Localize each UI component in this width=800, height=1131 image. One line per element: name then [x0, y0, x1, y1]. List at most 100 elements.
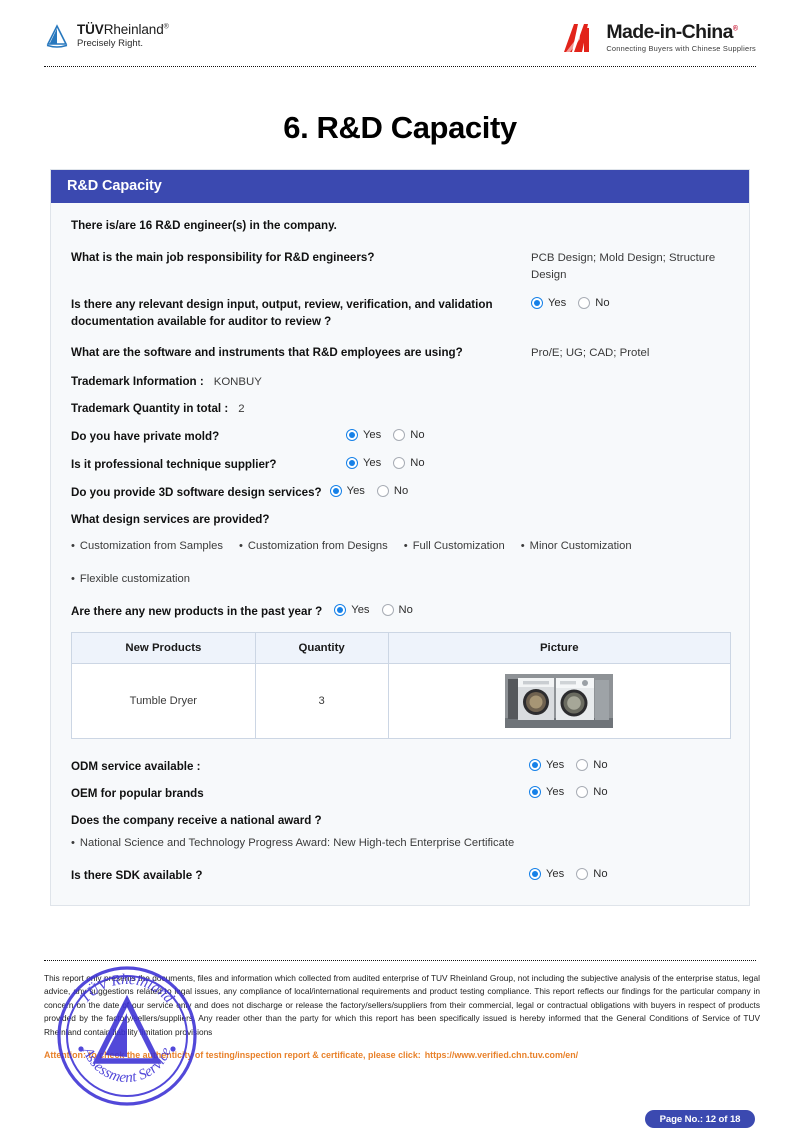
page-header: TÜVRheinland® Precisely Right. Made-in-C…: [0, 0, 800, 72]
radio-sdk-yes[interactable]: Yes: [529, 868, 565, 881]
radiogroup-design-documentation: Yes No: [529, 297, 729, 310]
radiogroup-new-products: Yes No: [334, 603, 413, 616]
radio-dot-selected-icon[interactable]: [329, 485, 342, 498]
attention-text: Attention: to check the authenticity of …: [44, 1050, 421, 1060]
footer-divider: [44, 960, 756, 961]
mic-name-text: Made-in-China: [606, 21, 733, 43]
label-national-award: Does the company receive a national awar…: [71, 814, 322, 828]
radio-label-no: No: [410, 429, 425, 442]
radio-dot-selected-icon[interactable]: [529, 786, 541, 799]
radio-label-yes: Yes: [546, 868, 565, 881]
mic-registered-mark: ®: [732, 25, 738, 33]
label-odm-service: ODM service available :: [71, 759, 201, 773]
panel-body: There is/are 16 R&D engineer(s) in the c…: [51, 203, 749, 905]
header-divider: [44, 66, 756, 67]
page-title: 6. R&D Capacity: [283, 110, 517, 145]
rd-capacity-panel: R&D Capacity There is/are 16 R&D enginee…: [50, 169, 750, 907]
national-award-list: National Science and Technology Progress…: [71, 837, 729, 855]
radio-label-yes: Yes: [546, 758, 565, 771]
tuv-triangle-icon: [46, 24, 68, 48]
design-services-list-row1: Customization from Samples Customization…: [71, 540, 729, 560]
row-new-products: Are there any new products in the past y…: [71, 603, 729, 621]
radiogroup-oem-brands: Yes No: [529, 786, 608, 799]
radio-3d-software-no[interactable]: No: [376, 485, 409, 498]
column-header-new-products: New Products: [71, 631, 256, 664]
radio-dot-selected-icon[interactable]: [529, 758, 541, 771]
row-trademark-information: Trademark Information : KONBUY: [71, 375, 729, 388]
label-sdk: Is there SDK available ?: [71, 869, 203, 883]
radio-dot-unselected-icon[interactable]: [393, 429, 406, 442]
mic-tagline: Connecting Buyers with Chinese Suppliers: [606, 44, 756, 54]
radio-dot-selected-icon[interactable]: [346, 429, 358, 442]
radio-dot-unselected-icon[interactable]: [381, 603, 394, 616]
radio-3d-software-yes[interactable]: Yes: [329, 485, 365, 498]
label-trademark-information: Trademark Information :: [71, 375, 204, 389]
radio-professional-supplier-no[interactable]: No: [393, 457, 425, 470]
column-header-quantity: Quantity: [254, 631, 389, 664]
row-private-mold: Do you have private mold? Yes No: [71, 429, 729, 446]
tumble-dryer-photo-icon: [505, 673, 614, 728]
label-design-documentation: Is there any relevant design input, outp…: [71, 298, 493, 328]
table-row: Tumble Dryer 3: [71, 662, 732, 739]
radio-oem-brands-no[interactable]: No: [576, 786, 608, 799]
radio-dot-unselected-icon[interactable]: [576, 758, 589, 771]
tuv-rheinland-logo: TÜVRheinland® Precisely Right.: [44, 22, 169, 49]
radio-label-yes: Yes: [546, 786, 565, 799]
radiogroup-professional-supplier: Yes No: [346, 457, 425, 470]
radio-dot-unselected-icon[interactable]: [393, 457, 406, 470]
label-3d-software: Do you provide 3D software design servic…: [71, 486, 322, 500]
radio-odm-service-yes[interactable]: Yes: [529, 758, 565, 771]
radio-dot-selected-icon[interactable]: [531, 297, 543, 310]
label-private-mold: Do you have private mold?: [71, 430, 220, 444]
list-item: Customization from Designs: [239, 540, 388, 552]
radio-new-products-yes[interactable]: Yes: [334, 603, 370, 616]
radiogroup-3d-software: Yes No: [329, 485, 409, 498]
row-design-documentation: Is there any relevant design input, outp…: [71, 297, 729, 331]
radio-label-no: No: [410, 457, 425, 470]
label-job-responsibility: What is the main job responsibility for …: [71, 251, 375, 264]
radio-dot-selected-icon[interactable]: [334, 603, 347, 616]
radio-dot-unselected-icon[interactable]: [376, 485, 389, 498]
verification-url-link[interactable]: https://www.verified.chn.tuv.com/en/: [421, 1050, 578, 1060]
row-professional-supplier: Is it professional technique supplier? Y…: [71, 457, 729, 474]
radio-label-yes: Yes: [363, 457, 382, 470]
value-trademark-quantity: 2: [238, 403, 245, 416]
row-job-responsibility: What is the main job responsibility for …: [71, 250, 729, 283]
radio-dot-unselected-icon[interactable]: [578, 297, 591, 310]
new-products-table: New Products Quantity Picture Tumble Dry…: [71, 631, 732, 739]
radio-design-documentation-yes[interactable]: Yes: [531, 297, 566, 310]
label-new-products: Are there any new products in the past y…: [71, 604, 323, 618]
row-software-instruments: What are the software and instruments th…: [71, 345, 729, 362]
radio-private-mold-yes[interactable]: Yes: [346, 429, 381, 442]
mic-m-icon: [564, 24, 590, 52]
value-software-instruments: Pro/E; UG; CAD; Protel: [531, 346, 650, 359]
radio-dot-unselected-icon[interactable]: [576, 786, 589, 799]
engineer-count-statement: There is/are 16 R&D engineer(s) in the c…: [71, 219, 337, 232]
radio-odm-service-no[interactable]: No: [576, 758, 608, 771]
list-item: National Science and Technology Progress…: [71, 837, 514, 849]
radiogroup-odm-service: Yes No: [529, 758, 608, 771]
radio-new-products-no[interactable]: No: [381, 603, 413, 616]
radio-dot-selected-icon[interactable]: [346, 457, 358, 470]
radio-sdk-no[interactable]: No: [576, 868, 608, 881]
list-item: Minor Customization: [521, 540, 632, 552]
row-sdk: Is there SDK available ? Yes No: [71, 868, 729, 885]
radio-dot-unselected-icon[interactable]: [576, 868, 589, 881]
radio-oem-brands-yes[interactable]: Yes: [529, 786, 565, 799]
list-item: Customization from Samples: [71, 540, 223, 552]
radiogroup-private-mold: Yes No: [346, 429, 425, 442]
value-job-responsibility: PCB Design; Mold Design; Structure Desig…: [531, 252, 716, 281]
radio-label-no: No: [393, 485, 409, 498]
column-header-picture: Picture: [387, 631, 732, 664]
radio-design-documentation-no[interactable]: No: [578, 297, 610, 310]
label-oem-brands: OEM for popular brands: [71, 787, 204, 801]
value-trademark-information: KONBUY: [213, 376, 262, 389]
footer-attention-line: Attention: to check the authenticity of …: [44, 1050, 774, 1060]
radio-dot-selected-icon[interactable]: [529, 868, 541, 881]
table-header-row: New Products Quantity Picture: [71, 631, 732, 664]
radio-private-mold-no[interactable]: No: [393, 429, 425, 442]
radio-label-no: No: [593, 786, 608, 799]
label-professional-supplier: Is it professional technique supplier?: [71, 458, 277, 472]
radio-professional-supplier-yes[interactable]: Yes: [346, 457, 382, 470]
row-3d-software: Do you provide 3D software design servic…: [71, 485, 729, 502]
